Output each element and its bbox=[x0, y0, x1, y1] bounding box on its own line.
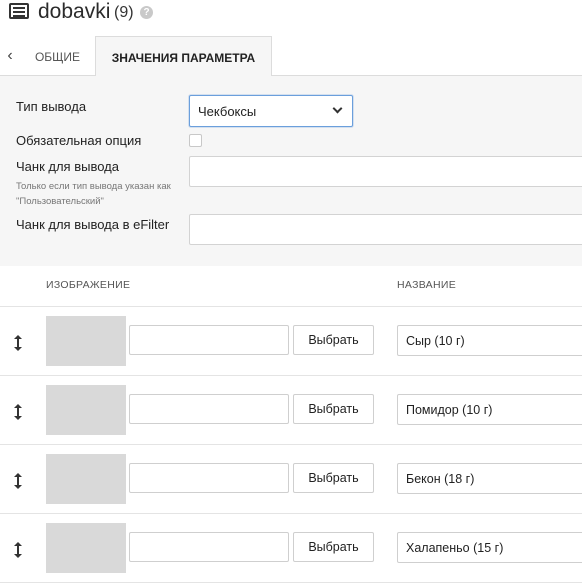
help-icon[interactable]: ? bbox=[140, 6, 153, 19]
item-count: (9) bbox=[114, 4, 134, 21]
page-title: dobavki bbox=[38, 0, 111, 23]
required-option-label: Обязательная опция bbox=[16, 133, 142, 148]
name-value: Сыр (10 г) bbox=[406, 334, 465, 348]
name-value: Бекон (18 г) bbox=[406, 472, 475, 486]
choose-image-button[interactable]: Выбрать bbox=[293, 532, 374, 562]
values-table-header: ИЗОБРАЖЕНИЕ НАЗВАНИЕ bbox=[0, 266, 582, 307]
choose-image-button[interactable]: Выбрать bbox=[293, 463, 374, 493]
page: dobavki (9) ? ‹ ОБЩИЕ ЗНАЧЕНИЯ ПАРАМЕТРА… bbox=[0, 0, 582, 584]
output-type-value: Чекбоксы bbox=[198, 104, 257, 119]
name-input[interactable]: Халапеньо (15 г) bbox=[397, 532, 582, 563]
image-thumbnail bbox=[46, 523, 126, 573]
image-thumbnail bbox=[46, 454, 126, 504]
output-type-label: Тип вывода bbox=[16, 99, 87, 114]
choose-image-button[interactable]: Выбрать bbox=[293, 394, 374, 424]
list-icon bbox=[9, 3, 29, 19]
tab-bar: ‹ ОБЩИЕ ЗНАЧЕНИЯ ПАРАМЕТРА bbox=[0, 36, 582, 77]
required-option-checkbox[interactable] bbox=[189, 134, 202, 147]
drag-handle-icon[interactable] bbox=[11, 335, 25, 351]
table-row: Выбрать Помидор (10 г) bbox=[0, 376, 582, 445]
image-thumbnail bbox=[46, 385, 126, 435]
page-header: dobavki (9) ? bbox=[0, 0, 582, 36]
chunk-label: Чанк для вывода bbox=[16, 159, 119, 174]
drag-handle-icon[interactable] bbox=[11, 404, 25, 420]
table-row: Выбрать Халапеньо (15 г) bbox=[0, 514, 582, 583]
table-row: Выбрать Бекон (18 г) bbox=[0, 445, 582, 514]
column-name-header: НАЗВАНИЕ bbox=[397, 279, 457, 291]
tab-parameter-values[interactable]: ЗНАЧЕНИЯ ПАРАМЕТРА bbox=[95, 36, 272, 77]
column-image-header: ИЗОБРАЖЕНИЕ bbox=[46, 279, 131, 291]
image-path-input[interactable] bbox=[129, 394, 289, 424]
tab-general[interactable]: ОБЩИЕ bbox=[20, 36, 95, 76]
name-value: Халапеньо (15 г) bbox=[406, 541, 504, 555]
image-path-input[interactable] bbox=[129, 463, 289, 493]
name-input[interactable]: Бекон (18 г) bbox=[397, 463, 582, 494]
image-path-input[interactable] bbox=[129, 325, 289, 355]
image-thumbnail bbox=[46, 316, 126, 366]
chunk-input[interactable] bbox=[189, 156, 582, 187]
chevron-down-icon bbox=[332, 103, 343, 114]
name-input[interactable]: Помидор (10 г) bbox=[397, 394, 582, 425]
image-path-input[interactable] bbox=[129, 532, 289, 562]
output-type-select[interactable]: Чекбоксы bbox=[189, 95, 353, 127]
drag-handle-icon[interactable] bbox=[11, 473, 25, 489]
name-value: Помидор (10 г) bbox=[406, 403, 493, 417]
choose-image-button[interactable]: Выбрать bbox=[293, 325, 374, 355]
table-row: Выбрать Сыр (10 г) bbox=[0, 307, 582, 376]
name-input[interactable]: Сыр (10 г) bbox=[397, 325, 582, 356]
efilter-chunk-input[interactable] bbox=[189, 214, 582, 245]
chunk-hint: Только если тип вывода указан как "Польз… bbox=[16, 181, 171, 207]
settings-panel: Тип вывода Чекбоксы Обязательная опция Ч… bbox=[0, 76, 582, 266]
tabs-back-icon[interactable]: ‹ bbox=[0, 36, 20, 76]
efilter-chunk-label: Чанк для вывода в eFilter bbox=[16, 217, 170, 232]
drag-handle-icon[interactable] bbox=[11, 542, 25, 558]
